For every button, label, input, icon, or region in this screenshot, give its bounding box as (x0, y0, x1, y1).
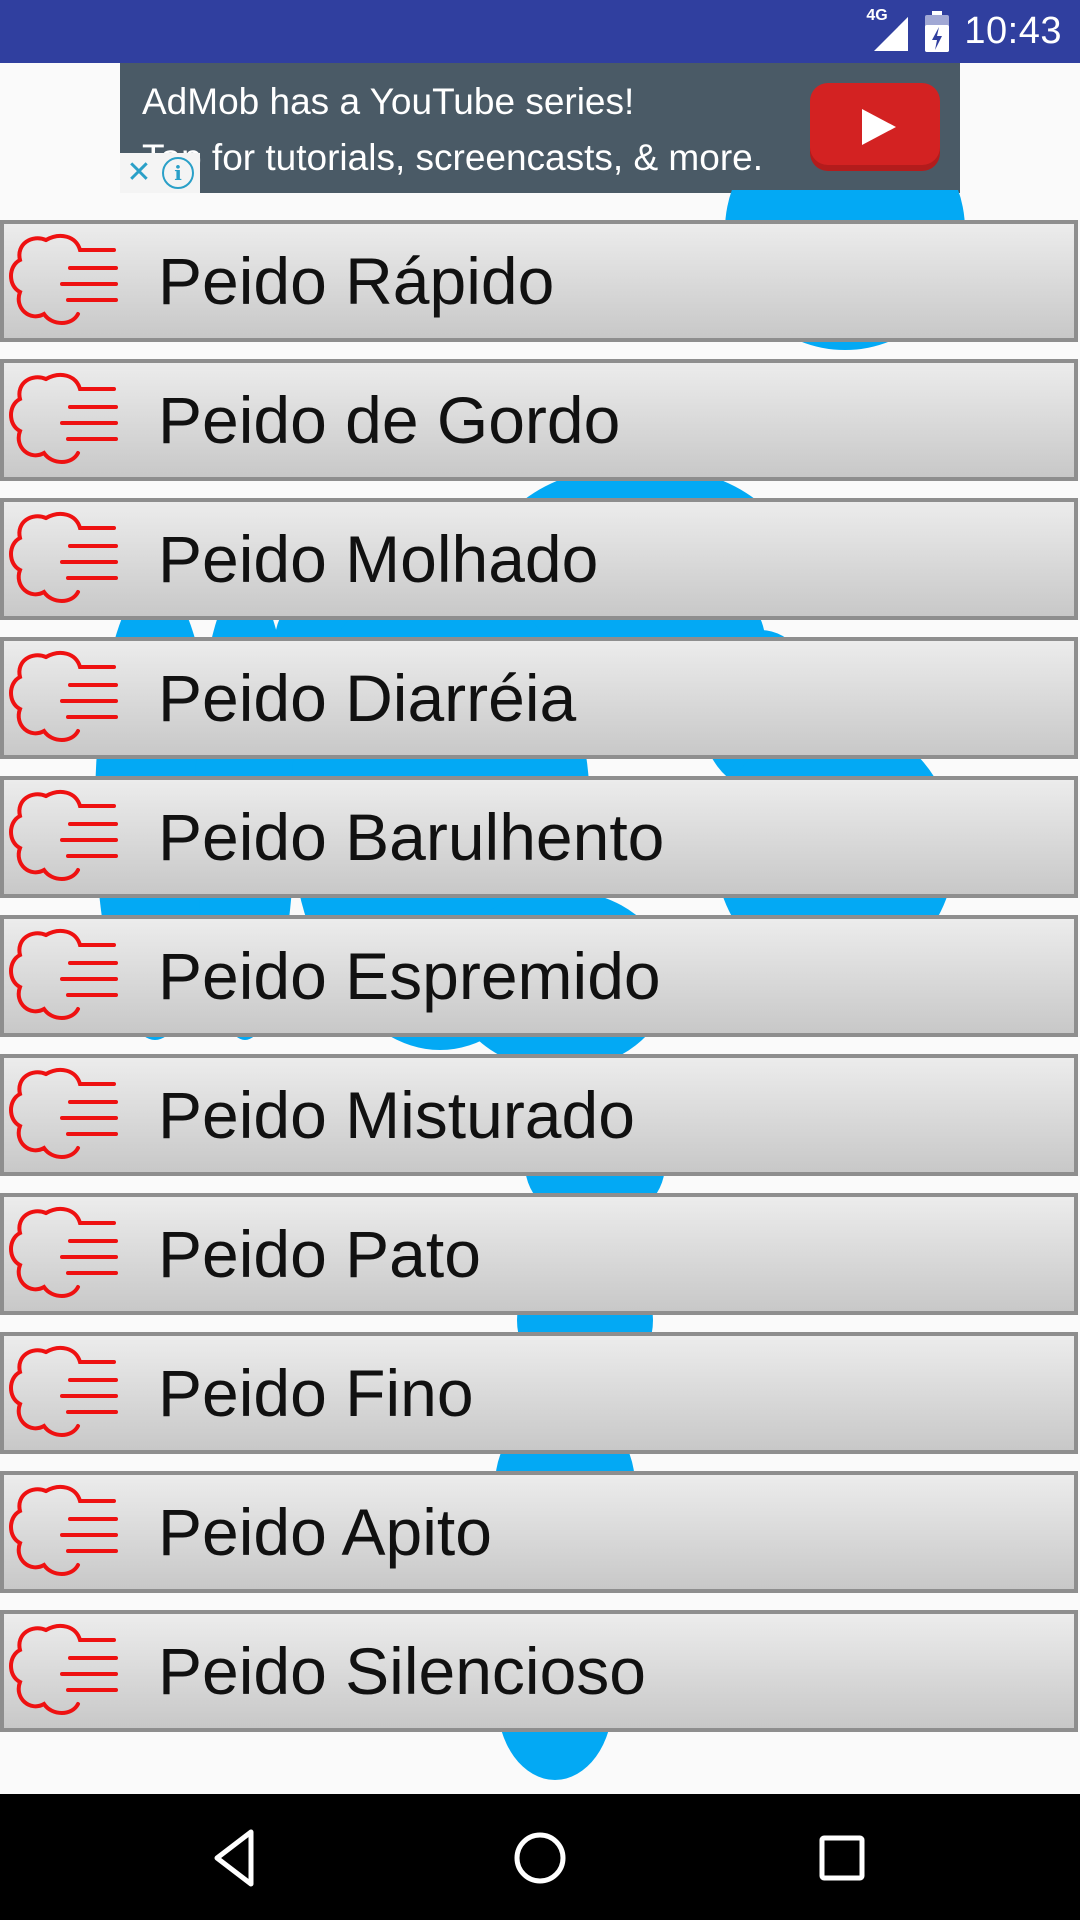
fart-cloud-icon (9, 511, 118, 603)
fart-cloud-icon (9, 1484, 118, 1576)
fart-cloud-icon (9, 1623, 118, 1715)
info-icon[interactable]: i (162, 157, 194, 189)
signal-icon: 4G (866, 7, 910, 53)
sound-label: Peido Silencioso (158, 1634, 646, 1708)
sound-button-silencioso[interactable]: Peido Silencioso (0, 1610, 1078, 1732)
ad-banner[interactable]: AdMob has a YouTube series! Tap for tuto… (120, 63, 960, 193)
sound-label: Peido de Gordo (158, 383, 621, 457)
sound-label: Peido Misturado (158, 1078, 635, 1152)
sound-button-pato[interactable]: Peido Pato (0, 1193, 1078, 1315)
sound-button-espremido[interactable]: Peido Espremido (0, 915, 1078, 1037)
navigation-bar (0, 1794, 1080, 1920)
sound-button-apito[interactable]: Peido Apito (0, 1471, 1078, 1593)
sound-label: Peido Espremido (158, 939, 661, 1013)
network-type: 4G (866, 6, 888, 24)
status-time: 10:43 (964, 10, 1062, 52)
sound-label: Peido Molhado (158, 522, 599, 596)
sound-label: Peido Apito (158, 1495, 492, 1569)
close-icon[interactable]: ✕ (120, 153, 158, 193)
fart-cloud-icon (9, 789, 118, 881)
fart-cloud-icon (9, 928, 118, 1020)
sound-button-de-gordo[interactable]: Peido de Gordo (0, 359, 1078, 481)
back-icon[interactable] (205, 1826, 269, 1890)
sound-button-diarreia[interactable]: Peido Diarréia (0, 637, 1078, 759)
sound-button-barulhento[interactable]: Peido Barulhento (0, 776, 1078, 898)
fart-cloud-icon (9, 1067, 118, 1159)
sound-label: Peido Diarréia (158, 661, 577, 735)
youtube-play-icon[interactable] (810, 83, 940, 171)
battery-icon (925, 10, 950, 52)
status-bar: 4G 10:43 (0, 0, 1080, 63)
sound-button-fino[interactable]: Peido Fino (0, 1332, 1078, 1454)
fart-cloud-icon (9, 650, 118, 742)
sound-label: Peido Rápido (158, 244, 555, 318)
sound-button-molhado[interactable]: Peido Molhado (0, 498, 1078, 620)
sound-label: Peido Pato (158, 1217, 481, 1291)
fart-cloud-icon (9, 372, 118, 464)
sound-button-rapido[interactable]: Peido Rápido (0, 220, 1078, 342)
sound-label: Peido Barulhento (158, 800, 665, 874)
ad-headline: AdMob has a YouTube series! (142, 81, 635, 122)
ad-subline: Tap for tutorials, screencasts, & more. (142, 137, 764, 178)
home-icon[interactable] (508, 1826, 572, 1890)
fart-cloud-icon (9, 233, 118, 325)
sound-label: Peido Fino (158, 1356, 474, 1430)
sound-button-misturado[interactable]: Peido Misturado (0, 1054, 1078, 1176)
fart-cloud-icon (9, 1206, 118, 1298)
ad-choices: ✕ i (120, 153, 200, 193)
fart-cloud-icon (9, 1345, 118, 1437)
recent-apps-icon[interactable] (810, 1826, 874, 1890)
